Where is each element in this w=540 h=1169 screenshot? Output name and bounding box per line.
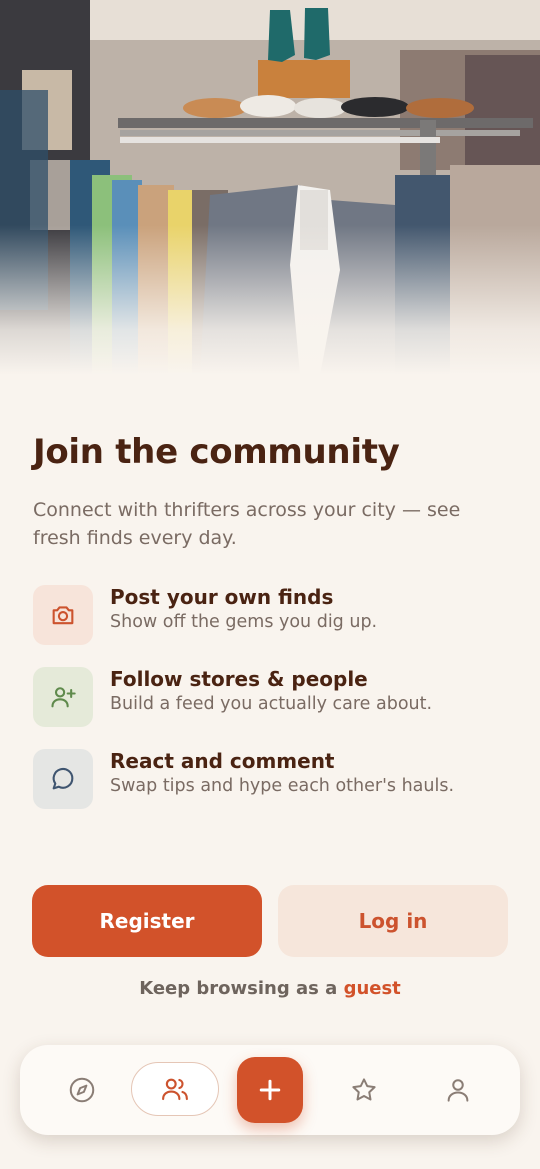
guest-prefix: Keep browsing as a [139,978,338,999]
hero-image [0,0,540,375]
nav-add-button[interactable] [237,1057,303,1123]
user-plus-icon [33,667,93,727]
page-title: Join the community [33,432,400,472]
feature-description: Build a feed you actually care about. [110,694,433,714]
nav-favorites[interactable] [344,1070,384,1110]
feature-title: React and comment [110,749,335,773]
chat-bubble-icon [33,749,93,809]
star-icon [352,1078,376,1101]
guest-browse: Keep browsing as a guest [0,978,540,999]
login-button[interactable]: Log in [278,885,508,957]
nav-explore[interactable] [62,1070,102,1110]
hero-fade [0,225,540,375]
guest-link[interactable]: guest [344,978,401,999]
camera-icon [33,585,93,645]
feature-title: Follow stores & people [110,667,368,691]
register-button[interactable]: Register [32,885,262,957]
compass-icon [69,1077,95,1103]
feature-react-comment: React and comment Swap tips and hype eac… [33,749,513,811]
nav-profile[interactable] [438,1070,478,1110]
feature-description: Show off the gems you dig up. [110,612,378,632]
nav-community[interactable] [131,1062,219,1116]
users-icon [162,1078,188,1101]
feature-description: Swap tips and hype each other's hauls. [110,776,455,796]
feature-follow: Follow stores & people Build a feed you … [33,667,513,729]
page-subtitle: Connect with thrifters across your city … [33,499,461,549]
feature-post-finds: Post your own finds Show off the gems yo… [33,585,513,647]
feature-title: Post your own finds [110,585,334,609]
user-icon [447,1079,469,1102]
plus-icon [259,1079,281,1101]
bottom-navigation [20,1045,520,1135]
